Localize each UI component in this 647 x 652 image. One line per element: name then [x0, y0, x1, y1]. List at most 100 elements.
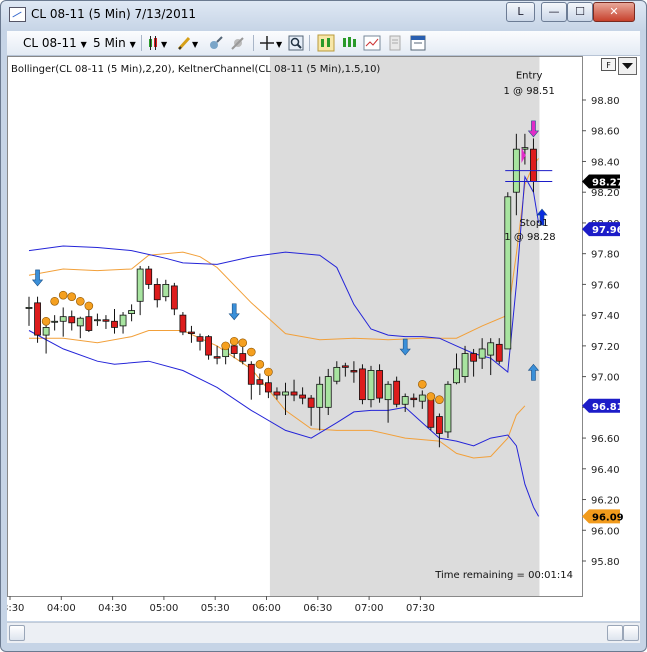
candle-up — [51, 320, 59, 323]
price-marker-label: 97.96 — [592, 225, 624, 236]
candlestick-style-icon[interactable]: ▼ — [147, 34, 173, 52]
candle-up — [444, 383, 452, 433]
y-tick-label: 97.40 — [591, 311, 620, 322]
candle-up — [162, 283, 170, 298]
candle-down — [299, 394, 307, 399]
zoom-icon[interactable] — [287, 34, 305, 52]
chart-window-icon — [9, 7, 26, 22]
instrument-label: CL 08-11 — [23, 36, 77, 50]
candle-down — [341, 365, 349, 368]
signal-dot — [255, 360, 265, 369]
candle-up — [25, 307, 33, 309]
candle-down — [264, 382, 272, 393]
candle-up — [487, 342, 495, 356]
candle-down — [290, 391, 298, 396]
indicator-label: Bollinger(CL 08-11 (5 Min),2,20), Keltne… — [11, 64, 380, 75]
y-tick-label: 97.00 — [591, 373, 620, 384]
candle-down — [495, 343, 503, 362]
instrument-selector[interactable]: CL 08-11 ▼ — [23, 34, 87, 52]
minimize-button[interactable]: — — [541, 2, 567, 22]
candle-up — [282, 391, 289, 396]
indicators-icon[interactable] — [317, 34, 335, 52]
candle-down — [188, 331, 195, 334]
x-tick-label: 03:30 — [7, 603, 24, 614]
candle-up — [136, 268, 144, 302]
signal-dot — [417, 379, 427, 389]
time-remaining: Time remaining = 00:01:14 — [434, 570, 573, 581]
horizontal-scrollbar[interactable] — [7, 622, 640, 643]
x-tick-label: 07:00 — [355, 603, 384, 614]
data-box-icon[interactable] — [386, 34, 404, 52]
chart-trader-icon[interactable] — [409, 34, 427, 52]
candle-down — [307, 397, 315, 408]
y-tick-label: 98.20 — [591, 188, 620, 199]
y-tick-label: 98.40 — [591, 157, 620, 168]
candle-up — [521, 147, 529, 150]
scroll-left-button[interactable] — [9, 625, 25, 641]
candle-down — [111, 320, 118, 328]
candle-up — [453, 368, 460, 384]
candle-up — [367, 370, 375, 401]
candle-up — [504, 196, 512, 350]
pin-icon[interactable] — [229, 34, 247, 52]
lock-icon[interactable] — [207, 34, 225, 52]
price-marker-label: 96.81 — [592, 402, 624, 413]
signal-dot — [76, 297, 85, 306]
chart-window: CL 08-11 (5 Min) 7/13/2011 L — ☐ ✕ CL 08… — [0, 0, 647, 652]
candle-down — [153, 283, 161, 301]
drawing-tool-icon[interactable]: ▼ — [177, 34, 203, 52]
x-tick-label: 06:30 — [303, 603, 332, 614]
interval-label: 5 Min — [93, 36, 126, 50]
svg-text:▼: ▼ — [161, 40, 168, 49]
candle-up — [401, 396, 409, 405]
signal-dot — [264, 367, 273, 377]
candle-down — [256, 379, 264, 385]
y-tick-label: 96.00 — [591, 526, 620, 537]
candle-down — [145, 268, 153, 285]
x-tick-label: 05:30 — [201, 603, 230, 614]
price-marker: 97.96 — [582, 222, 624, 237]
strategies-icon[interactable] — [340, 34, 358, 52]
close-button[interactable]: ✕ — [593, 2, 635, 22]
y-tick-label: 98.60 — [591, 127, 620, 138]
chevron-down-icon: ▼ — [80, 40, 87, 49]
candle-down — [359, 368, 366, 401]
entry-label: Entry — [516, 70, 543, 81]
candle-down — [205, 336, 212, 356]
y-tick-label: 97.80 — [591, 250, 620, 261]
chart-properties-icon[interactable] — [363, 34, 381, 52]
svg-text:▼: ▼ — [276, 40, 283, 49]
layout-button[interactable]: L — [506, 2, 535, 22]
candle-up — [94, 319, 101, 322]
window-title: CL 08-11 (5 Min) 7/13/2011 — [31, 7, 197, 21]
candle-up — [333, 366, 341, 382]
scroll-end-button[interactable] — [623, 625, 639, 641]
signal-dot — [84, 301, 94, 311]
candle-down — [85, 316, 93, 331]
candle-down — [247, 363, 255, 385]
candle-down — [179, 314, 187, 333]
scroll-right-button[interactable] — [607, 625, 623, 641]
candle-up — [384, 383, 392, 401]
candle-up — [324, 376, 332, 408]
crosshair-icon[interactable]: ▼ — [259, 34, 285, 52]
title-bar[interactable]: CL 08-11 (5 Min) 7/13/2011 L — ☐ ✕ — [1, 1, 646, 29]
chart-area[interactable]: 98.8098.6098.4098.2098.0097.8097.6097.40… — [1, 56, 640, 621]
candle-down — [350, 370, 358, 373]
y-tick-label: 95.80 — [591, 557, 620, 568]
x-tick-label: 04:00 — [47, 603, 76, 614]
x-tick-label: 07:30 — [406, 603, 435, 614]
toolbar-divider — [141, 35, 142, 51]
y-tick-label: 96.20 — [591, 496, 620, 507]
candle-down — [68, 316, 76, 324]
y-tick-label: 97.20 — [591, 342, 620, 353]
candle-up — [478, 348, 486, 359]
candle-down — [273, 391, 281, 396]
price-chart[interactable]: 98.8098.6098.4098.2098.0097.8097.6097.40… — [1, 56, 640, 621]
svg-text:▼: ▼ — [192, 40, 199, 49]
candle-up — [316, 383, 324, 408]
interval-selector[interactable]: 5 Min ▼ — [93, 34, 136, 52]
price-marker-label: 96.09 — [592, 512, 624, 523]
maximize-button[interactable]: ☐ — [567, 2, 593, 22]
candle-down — [470, 353, 478, 362]
